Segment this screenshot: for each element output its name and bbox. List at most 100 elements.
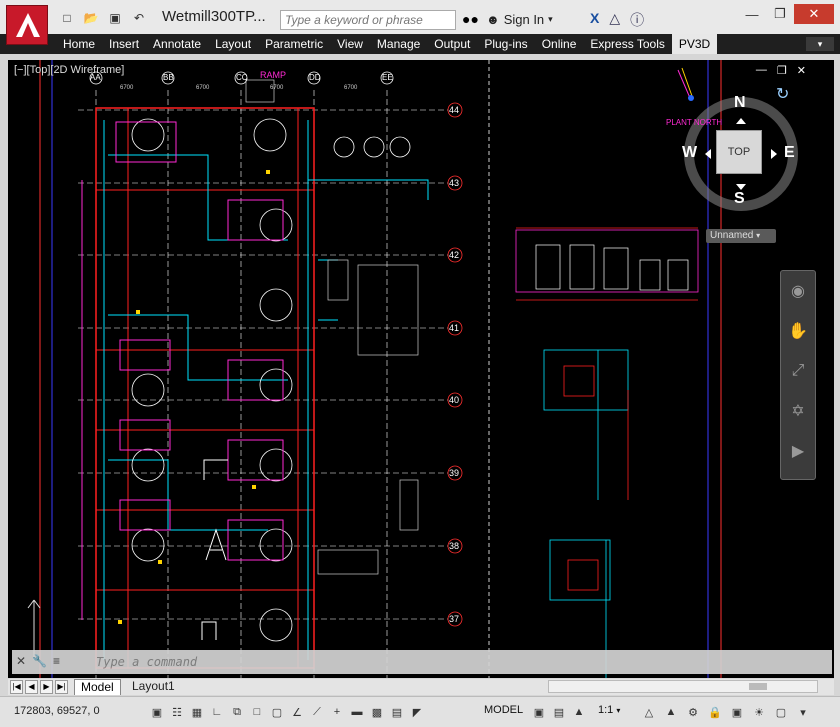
annotation-visibility-icon[interactable]: △ (640, 703, 658, 721)
tab-annotate[interactable]: Annotate (146, 34, 208, 54)
otrack-icon[interactable]: ∠ (288, 703, 306, 721)
sign-in-button[interactable]: ☻ Sign In ▾ (486, 12, 553, 27)
prev-layout-icon[interactable]: ◀ (25, 680, 38, 694)
compass-north[interactable]: N (734, 94, 746, 112)
dyn-icon[interactable]: + (328, 703, 346, 721)
quick-view-drawings-icon[interactable]: ▤ (550, 703, 568, 721)
undo-icon[interactable]: ↶ (128, 9, 150, 27)
tab-layout[interactable]: Layout (208, 34, 258, 54)
viewport-controls: — ❐ ✕ (756, 64, 806, 77)
tab-express-tools[interactable]: Express Tools (583, 34, 671, 54)
isolate-objects-icon[interactable]: ☀ (750, 703, 768, 721)
compass-south[interactable]: S (734, 190, 745, 208)
tab-parametric[interactable]: Parametric (258, 34, 330, 54)
plant-north-icon (677, 67, 694, 101)
ortho-icon[interactable]: ∟ (208, 703, 226, 721)
tab-insert[interactable]: Insert (102, 34, 146, 54)
status-menu-icon[interactable]: ▾ (794, 703, 812, 721)
tab-model[interactable]: Model (74, 679, 121, 695)
minimize-icon[interactable]: — (738, 4, 766, 24)
stairs (245, 79, 419, 575)
polar-icon[interactable]: ⧉ (228, 703, 246, 721)
showmotion-icon[interactable]: ▶ (781, 431, 815, 471)
help-icon[interactable]: ⓘ (630, 10, 644, 30)
snap-icon[interactable]: ☷ (168, 703, 186, 721)
col-bubble-ee: EE (382, 73, 393, 82)
ribbon-minimize-button[interactable]: ▾ (806, 37, 834, 51)
tab-layout1[interactable]: Layout1 (126, 679, 181, 694)
tab-online[interactable]: Online (535, 34, 584, 54)
hardware-acceleration-icon[interactable]: ▣ (728, 703, 746, 721)
drawing-viewport[interactable]: RAMP PLANT NORTH AA BB CC DD EE 44 43 42… (8, 60, 834, 678)
search-input[interactable]: Type a keyword or phrase (280, 10, 456, 30)
coordinate-readout[interactable]: 172803, 69527, 0 (14, 705, 100, 717)
annotation-scale[interactable]: 1:1 ▾ (598, 704, 620, 716)
layout-tab-bar: |◀ ◀ ▶ ▶| Model Layout1 (8, 679, 834, 695)
dim-label: 6700 (120, 85, 134, 91)
tab-pv3d[interactable]: PV3D (671, 34, 718, 54)
viewport-label[interactable]: [−][Top][2D Wireframe] (14, 64, 124, 76)
auto-scale-icon[interactable]: ▲ (662, 703, 680, 721)
pan-icon[interactable]: ✋ (781, 311, 815, 351)
restore-icon[interactable]: ❐ (766, 4, 794, 24)
title-toolbar-icons: X △ ⓘ (590, 10, 644, 30)
3d-osnap-icon[interactable]: ▢ (268, 703, 286, 721)
horizontal-scrollbar[interactable] (548, 680, 818, 693)
next-layout-icon[interactable]: ▶ (40, 680, 53, 694)
lineweight-icon[interactable]: ▬ (348, 703, 366, 721)
row-bubble-39: 39 (449, 468, 460, 478)
command-history-icon[interactable]: ≡ (53, 654, 60, 668)
command-input[interactable]: Type a command (96, 655, 197, 669)
infer-constraints-icon[interactable]: ▣ (148, 703, 166, 721)
a360-icon[interactable]: △ (609, 10, 620, 30)
ducs-icon[interactable]: ⟋ (308, 703, 326, 721)
tab-view[interactable]: View (330, 34, 370, 54)
command-line[interactable]: ✕ 🔧 ≡ Type a command (12, 650, 832, 674)
scrollbar-thumb[interactable] (749, 683, 767, 690)
viewcube-face[interactable]: TOP (716, 130, 762, 174)
quick-properties-icon[interactable]: ▤ (388, 703, 406, 721)
last-layout-icon[interactable]: ▶| (55, 680, 68, 694)
row-bubble-44: 44 (449, 105, 460, 115)
selection-cycling-icon[interactable]: ◤ (408, 703, 426, 721)
annotation-icon[interactable]: ▲ (570, 703, 588, 721)
steering-wheel-icon[interactable]: ◉ (781, 271, 815, 311)
application-menu-button[interactable] (6, 5, 48, 45)
viewport-restore-icon[interactable]: ❐ (777, 64, 787, 77)
first-layout-icon[interactable]: |◀ (10, 680, 23, 694)
customize-icon[interactable]: 🔧 (32, 654, 47, 668)
new-icon[interactable]: □ (56, 9, 78, 27)
close-icon[interactable]: ✕ (794, 4, 834, 24)
model-space-button[interactable]: MODEL (484, 704, 523, 716)
command-line-buttons: ✕ 🔧 ≡ (16, 654, 60, 668)
row-bubble-43: 43 (449, 178, 460, 188)
tab-output[interactable]: Output (427, 34, 477, 54)
tab-plug-ins[interactable]: Plug-ins (477, 34, 534, 54)
exchange-icon[interactable]: X (590, 10, 599, 30)
grid-icon[interactable]: ▦ (188, 703, 206, 721)
orbit-icon[interactable]: ✡ (781, 391, 815, 431)
row-bubble-40: 40 (449, 395, 460, 405)
zoom-icon[interactable]: ⤢ (781, 351, 815, 391)
ucs-dropdown[interactable]: Unnamed ▾ (706, 229, 776, 243)
viewport-settings: ▣ ▤ ▲ (530, 703, 588, 721)
layout-nav-arrows: |◀ ◀ ▶ ▶| (10, 680, 68, 694)
clean-screen-icon[interactable]: ▢ (772, 703, 790, 721)
close-icon[interactable]: ✕ (16, 654, 26, 668)
quick-view-layouts-icon[interactable]: ▣ (530, 703, 548, 721)
workspace-gear-icon[interactable]: ⚙ (684, 703, 702, 721)
transparency-icon[interactable]: ▩ (368, 703, 386, 721)
binoculars-icon[interactable]: ●● (462, 11, 479, 27)
osnap-icon[interactable]: □ (248, 703, 266, 721)
building-outline (95, 107, 315, 669)
compass-east[interactable]: E (784, 144, 795, 162)
compass-west[interactable]: W (682, 144, 697, 162)
rotate-icon[interactable]: ↻ (776, 84, 789, 104)
tab-home[interactable]: Home (56, 34, 102, 54)
save-icon[interactable]: ▣ (104, 9, 126, 27)
open-icon[interactable]: 📂 (80, 9, 102, 27)
viewport-close-icon[interactable]: ✕ (797, 64, 806, 77)
toolbar-lock-icon[interactable]: 🔒 (706, 703, 724, 721)
tab-manage[interactable]: Manage (370, 34, 427, 54)
viewport-minimize-icon[interactable]: — (756, 64, 767, 77)
